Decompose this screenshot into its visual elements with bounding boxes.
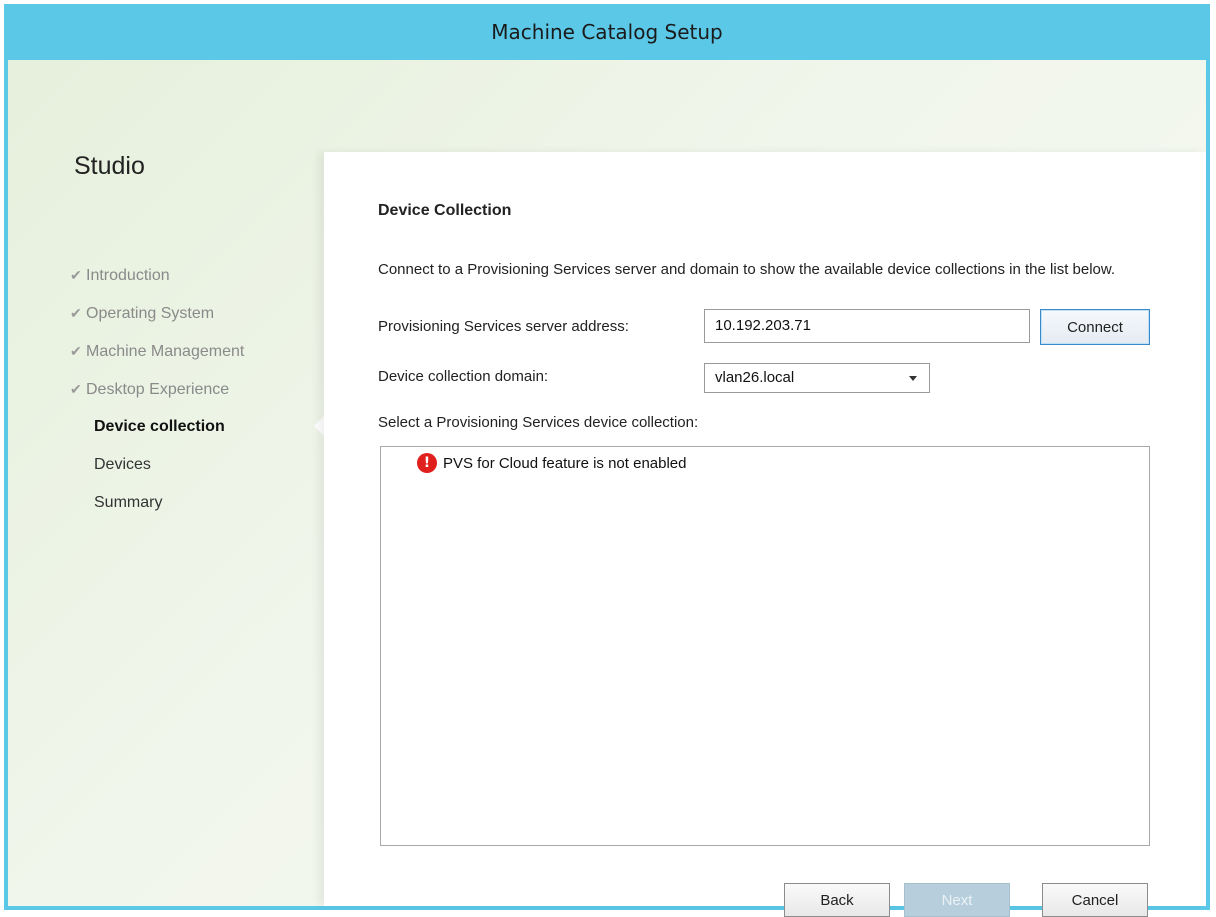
step-label: Desktop Experience xyxy=(86,381,230,398)
page-description: Connect to a Provisioning Services serve… xyxy=(378,261,1116,278)
checkmark-icon: ✔ xyxy=(70,267,82,283)
error-message-row: ! PVS for Cloud feature is not enabled xyxy=(417,453,687,473)
step-label: Introduction xyxy=(86,267,170,284)
wizard-window: Machine Catalog Setup Studio ✔ Introducti… xyxy=(4,4,1210,917)
back-button[interactable]: Back xyxy=(784,883,890,917)
device-collection-list[interactable]: ! PVS for Cloud feature is not enabled xyxy=(380,446,1150,846)
current-step-pointer xyxy=(314,416,324,436)
domain-selected-value: vlan26.local xyxy=(715,369,795,386)
step-label: Operating System xyxy=(86,305,215,322)
step-operating-system[interactable]: ✔ Operating System xyxy=(70,298,320,336)
server-address-input[interactable]: 10.192.203.71 xyxy=(704,309,1030,343)
window-title: Machine Catalog Setup xyxy=(491,20,723,44)
step-summary: Summary xyxy=(94,494,163,511)
error-message: PVS for Cloud feature is not enabled xyxy=(443,454,687,472)
step-desktop-experience[interactable]: ✔ Desktop Experience xyxy=(70,374,320,412)
step-device-collection: Device collection xyxy=(94,418,225,435)
checkmark-icon: ✔ xyxy=(70,381,82,397)
cancel-button[interactable]: Cancel xyxy=(1042,883,1148,917)
page-heading: Device Collection xyxy=(378,202,512,219)
collection-label: Select a Provisioning Services device co… xyxy=(378,414,699,431)
step-machine-management[interactable]: ✔ Machine Management xyxy=(70,336,320,374)
server-address-label: Provisioning Services server address: xyxy=(378,318,629,335)
checkmark-icon: ✔ xyxy=(70,305,82,321)
wizard-client-area: Studio ✔ Introduction ✔ Operating System ✔… xyxy=(8,60,1206,917)
chevron-down-icon xyxy=(909,376,917,381)
sidebar-title: Studio xyxy=(74,152,145,180)
connect-button[interactable]: Connect xyxy=(1040,309,1150,345)
checkmark-icon: ✔ xyxy=(70,343,82,359)
content-panel: Device Collection Connect to a Provision… xyxy=(324,152,1206,917)
wizard-steps-nav: ✔ Introduction ✔ Operating System ✔ Machine… xyxy=(70,260,320,526)
error-icon: ! xyxy=(417,453,437,473)
step-devices: Devices xyxy=(94,456,151,473)
step-label: Machine Management xyxy=(86,343,245,360)
step-introduction[interactable]: ✔ Introduction xyxy=(70,260,320,298)
next-button[interactable]: Next xyxy=(904,883,1010,917)
domain-label: Device collection domain: xyxy=(378,368,549,385)
domain-dropdown[interactable]: vlan26.local xyxy=(704,363,930,393)
